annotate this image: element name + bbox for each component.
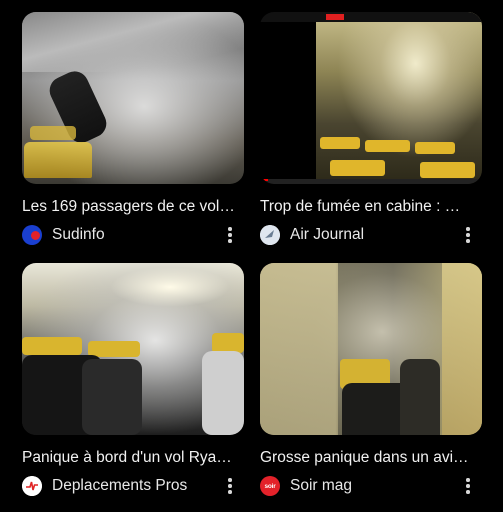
seat (212, 333, 244, 353)
channel-name[interactable]: Air Journal (290, 226, 364, 244)
video-title[interactable]: Panique à bord d'un vol Ryanair… (22, 448, 236, 468)
video-thumbnail[interactable] (22, 263, 244, 435)
channel-name[interactable]: Soir mag (290, 477, 352, 495)
overhead-bin (22, 12, 244, 72)
passenger (82, 359, 142, 435)
video-title[interactable]: Grosse panique dans un avion… (260, 448, 474, 468)
seat (30, 126, 76, 140)
progress-fill (260, 179, 268, 181)
seat (415, 142, 455, 154)
sudinfo-logo-icon[interactable] (22, 225, 42, 245)
blurred-side (260, 263, 338, 435)
video-header-bar (260, 12, 482, 22)
deplacements-pros-logo-icon[interactable] (22, 476, 42, 496)
more-options-icon[interactable] (462, 476, 474, 496)
cabin-light (110, 267, 230, 307)
video-card[interactable]: Les 169 passagers de ce vol Ryanair ont … (22, 12, 244, 245)
channel-name[interactable]: Sudinfo (52, 226, 105, 244)
air-journal-logo-icon[interactable] (260, 225, 280, 245)
video-meta: Deplacements Pros (22, 476, 244, 496)
more-options-icon[interactable] (224, 476, 236, 496)
video-thumbnail[interactable] (260, 263, 482, 435)
video-card[interactable]: Grosse panique dans un avion… soir Soir … (260, 263, 482, 496)
video-title[interactable]: Trop de fumée en cabine : … (260, 197, 474, 217)
passenger (400, 359, 440, 435)
passenger (202, 351, 244, 435)
video-frame (316, 12, 482, 184)
seat (320, 137, 360, 149)
video-title[interactable]: Les 169 passagers de ce vol Ryanair ont … (22, 197, 236, 217)
video-meta: soir Soir mag (260, 476, 482, 496)
video-card[interactable]: Trop de fumée en cabine : … Air Journal (260, 12, 482, 245)
video-thumbnail[interactable] (260, 12, 482, 184)
progress-bar (260, 179, 482, 184)
video-grid: Les 169 passagers de ce vol Ryanair ont … (0, 0, 503, 512)
blurred-side (442, 263, 482, 435)
seat (22, 337, 82, 355)
more-options-icon[interactable] (224, 225, 236, 245)
video-meta: Air Journal (260, 225, 482, 245)
soir-mag-logo-icon[interactable]: soir (260, 476, 280, 496)
video-meta: Sudinfo (22, 225, 244, 245)
seat (365, 140, 410, 152)
seat (330, 160, 385, 176)
live-badge (326, 14, 344, 20)
seat (24, 142, 92, 178)
video-card[interactable]: Panique à bord d'un vol Ryanair… Deplace… (22, 263, 244, 496)
more-options-icon[interactable] (462, 225, 474, 245)
seat (420, 162, 475, 178)
seat (88, 341, 140, 357)
channel-name[interactable]: Deplacements Pros (52, 477, 187, 495)
video-thumbnail[interactable] (22, 12, 244, 184)
